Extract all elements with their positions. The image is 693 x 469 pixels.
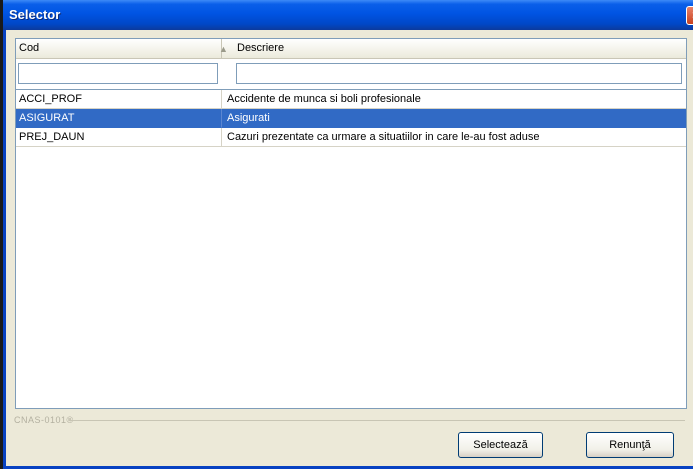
column-header-descriere-label: Descriere [237, 42, 285, 54]
table-row[interactable]: PREJ_DAUN Cazuri prezentate ca urmare a … [16, 128, 686, 147]
cell-descriere: Asigurati [222, 109, 686, 128]
table-row[interactable]: ACCI_PROF Accidente de munca si boli pro… [16, 90, 686, 109]
column-header-cod[interactable]: Cod [16, 39, 222, 58]
cell-descriere: Cazuri prezentate ca urmare a situatiilo… [222, 128, 686, 147]
selector-dialog: Selector × Cod ▲ Descriere ACCI_PROF Acc… [3, 0, 693, 469]
filter-descriere-input[interactable] [236, 63, 682, 84]
window-title: Selector [9, 7, 61, 22]
cell-cod: ACCI_PROF [16, 90, 222, 109]
table-row-selected[interactable]: ASIGURAT Asigurati [16, 109, 686, 128]
filter-cod-input[interactable] [18, 63, 218, 84]
status-divider [69, 420, 685, 421]
cancel-button[interactable]: Renunţă [586, 432, 674, 458]
cell-cod: ASIGURAT [16, 109, 222, 128]
selector-grid: Cod ▲ Descriere ACCI_PROF Accidente de m… [15, 38, 687, 409]
title-bar[interactable]: Selector × [3, 0, 693, 30]
column-header-descriere[interactable]: Descriere [222, 39, 686, 58]
select-button[interactable]: Selectează [458, 432, 543, 458]
cell-descriere: Accidente de munca si boli profesionale [222, 90, 686, 109]
status-label: CNAS-0101® [14, 415, 74, 425]
column-header-cod-label: Cod [19, 42, 40, 54]
grid-header: Cod ▲ Descriere [16, 39, 686, 59]
close-button[interactable]: × [686, 6, 693, 25]
filter-row [16, 59, 686, 87]
cell-cod: PREJ_DAUN [16, 128, 222, 147]
